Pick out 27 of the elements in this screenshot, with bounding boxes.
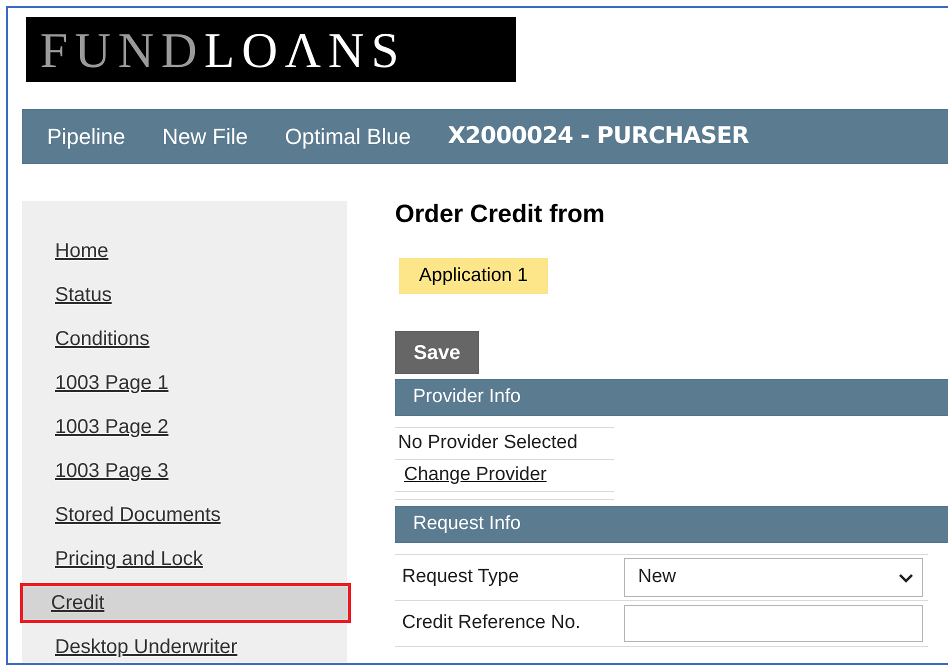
request-type-dropdown[interactable]: New [624,558,923,597]
sidebar-link[interactable]: 1003 Page 3 [55,456,168,486]
input-field[interactable] [624,605,923,642]
page-title: Order Credit from [395,202,606,227]
sidebar-link[interactable]: Home [55,236,108,266]
change-provider-link[interactable]: Change Provider [404,461,547,490]
nav-link[interactable]: Pipeline [47,120,126,153]
sidebar-link[interactable]: Credit [51,588,104,618]
sidebar-link[interactable]: Status [55,280,112,310]
application-tab[interactable]: Application 1 [399,258,548,294]
sidebar-link[interactable]: Conditions [55,324,150,354]
field-label: Request Type [401,565,520,590]
sidebar-link[interactable]: Pricing and Lock [55,544,203,574]
file-title-link[interactable]: X2000024 - PURCHASER [448,119,749,154]
field-label: Credit Reference No. [401,611,582,636]
sidebar-link[interactable]: Desktop Underwriter [55,632,238,662]
provider-status: No Provider Selected [395,428,614,460]
section-header: Request Info [395,506,948,543]
nav-link[interactable]: Optimal Blue [284,120,411,153]
sidebar-link[interactable]: Stored Documents [55,500,221,530]
chevron-down-icon [898,572,914,582]
sidebar-link[interactable]: 1003 Page 2 [55,412,168,442]
save-button[interactable]: Save [395,331,479,374]
nav-link[interactable]: New File [162,120,248,153]
section-header: Provider Info [395,379,948,416]
logo: FUNDLOΛNS [26,17,516,82]
sidebar-link[interactable]: 1003 Page 1 [55,368,168,398]
